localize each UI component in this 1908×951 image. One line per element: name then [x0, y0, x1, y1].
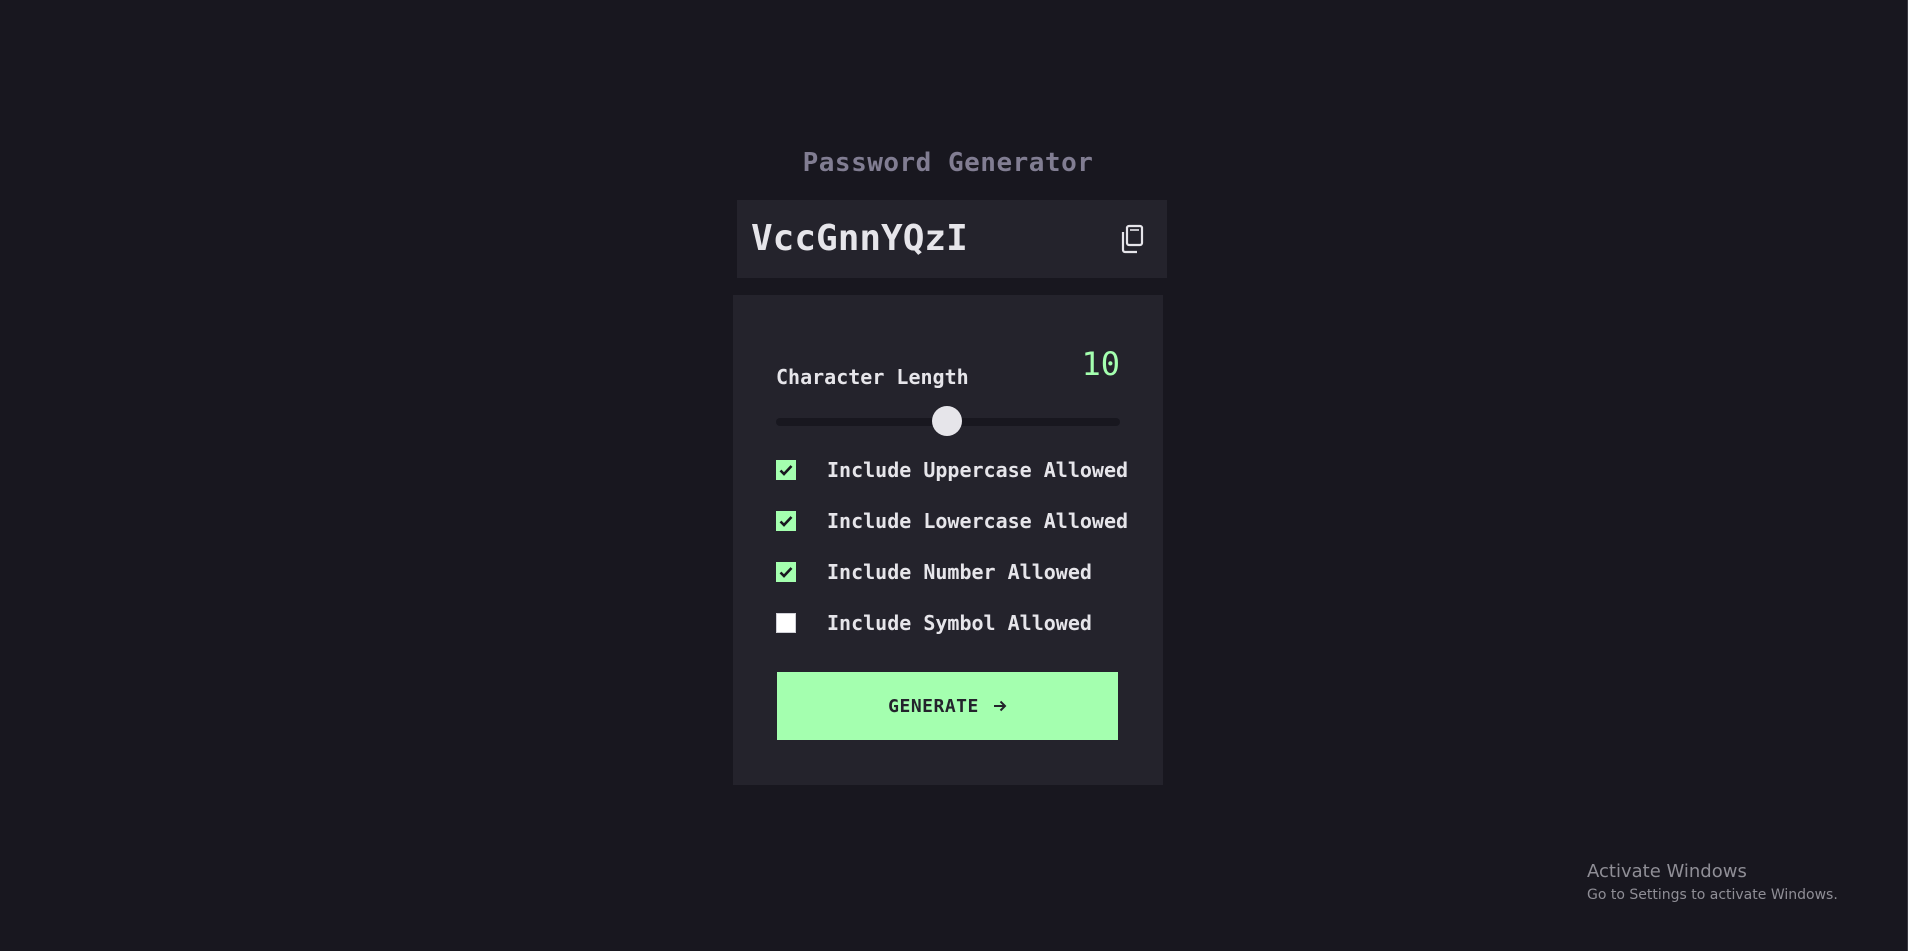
arrow-right-icon: [993, 700, 1007, 712]
option-numbers[interactable]: Include Number Allowed: [776, 560, 1092, 584]
password-display: VccGnnYQzI: [737, 200, 1167, 278]
generate-button[interactable]: GENERATE: [777, 672, 1118, 740]
numbers-checkbox[interactable]: [776, 562, 796, 582]
settings-panel: Character Length 10 Include Uppercase Al…: [733, 295, 1163, 785]
copy-button[interactable]: [1119, 224, 1145, 254]
option-uppercase[interactable]: Include Uppercase Allowed: [776, 458, 1128, 482]
app-viewport: Password Generator VccGnnYQzI Character …: [0, 0, 1908, 951]
uppercase-checkbox[interactable]: [776, 460, 796, 480]
lowercase-checkbox[interactable]: [776, 511, 796, 531]
character-length-label: Character Length: [776, 365, 969, 389]
numbers-label: Include Number Allowed: [827, 560, 1092, 584]
character-length-value: 10: [1081, 345, 1120, 383]
check-icon: [779, 465, 793, 476]
windows-activation-watermark: Activate Windows Go to Settings to activ…: [1587, 861, 1838, 905]
check-icon: [779, 516, 793, 527]
length-slider-thumb[interactable]: [932, 406, 962, 436]
uppercase-label: Include Uppercase Allowed: [827, 458, 1129, 482]
lowercase-label: Include Lowercase Allowed: [827, 509, 1129, 533]
generate-button-label: GENERATE: [888, 695, 979, 717]
symbols-checkbox[interactable]: [776, 613, 796, 633]
watermark-title: Activate Windows: [1587, 861, 1747, 882]
watermark-subtitle: Go to Settings to activate Windows.: [1587, 887, 1838, 903]
copy-icon: [1121, 224, 1144, 254]
page-title: Password Generator: [802, 148, 1094, 178]
option-lowercase[interactable]: Include Lowercase Allowed: [776, 509, 1128, 533]
symbols-label: Include Symbol Allowed: [827, 611, 1092, 635]
option-symbols[interactable]: Include Symbol Allowed: [776, 611, 1092, 635]
generated-password: VccGnnYQzI: [751, 218, 968, 259]
check-icon: [779, 567, 793, 578]
